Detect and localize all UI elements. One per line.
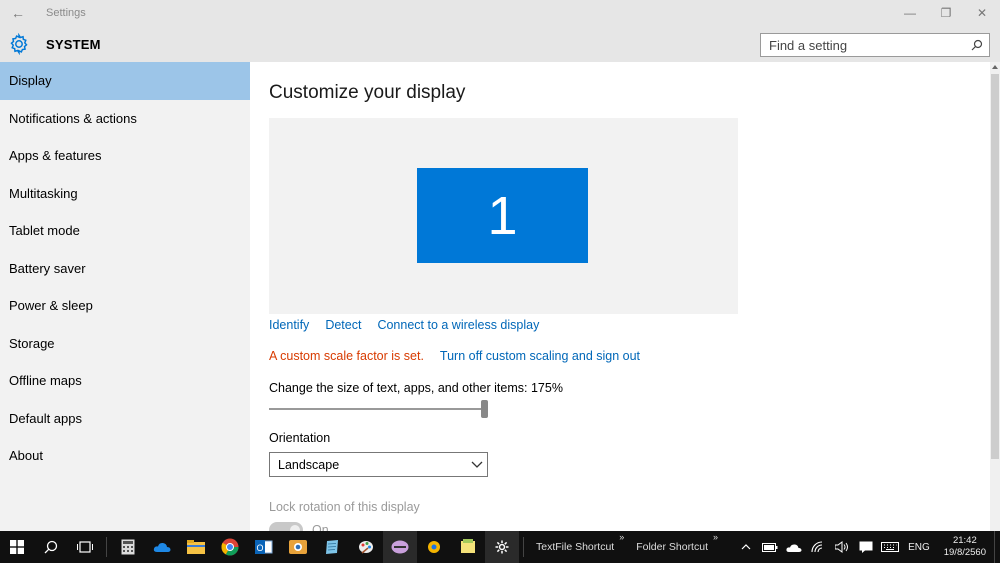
minimize-button[interactable]: — (892, 0, 928, 26)
sidebar-item-offline-maps[interactable]: Offline maps (0, 362, 250, 400)
settings-app-icon[interactable] (417, 531, 451, 563)
textfile-shortcut-label: TextFile Shortcut (536, 541, 615, 553)
turn-off-scaling-link[interactable]: Turn off custom scaling and sign out (440, 349, 640, 363)
sidebar-item-default-apps[interactable]: Default apps (0, 400, 250, 438)
toolbar-chevron-icon[interactable]: » (619, 532, 624, 542)
sidebar-item-power-sleep[interactable]: Power & sleep (0, 287, 250, 325)
system-tray: ENG 21:42 19/8/2560 (734, 531, 1000, 563)
close-button[interactable]: ✕ (964, 0, 1000, 26)
sidebar: Display Notifications & actions Apps & f… (0, 62, 250, 531)
taskbar-separator (523, 537, 524, 557)
taskbar: O TextFile Shortcut » Folder Shortcut » (0, 531, 1000, 563)
taskbar-separator (106, 537, 107, 557)
scale-slider-thumb[interactable] (481, 400, 488, 418)
windows-start-icon[interactable] (0, 531, 34, 563)
clock[interactable]: 21:42 19/8/2560 (936, 535, 994, 559)
detect-link[interactable]: Detect (325, 318, 361, 332)
show-desktop-button[interactable] (994, 531, 1000, 563)
monitor-tile[interactable]: 1 (417, 168, 588, 263)
display-links: Identify Detect Connect to a wireless di… (269, 318, 555, 332)
wireless-display-link[interactable]: Connect to a wireless display (377, 318, 539, 332)
search-icon[interactable] (34, 531, 68, 563)
paint-icon[interactable] (349, 531, 383, 563)
volume-icon[interactable] (830, 531, 854, 563)
warning-text: A custom scale factor is set. (269, 349, 424, 363)
search-input[interactable]: Find a setting (761, 38, 967, 53)
photos-app-icon[interactable] (281, 531, 315, 563)
outlook-icon[interactable]: O (247, 531, 281, 563)
search-box[interactable]: Find a setting (760, 33, 990, 57)
display-arrangement-area: 1 (269, 118, 738, 314)
orientation-dropdown[interactable]: Landscape (269, 452, 488, 477)
textfile-shortcut-toolbar[interactable]: TextFile Shortcut » (528, 531, 628, 563)
sidebar-item-tablet-mode[interactable]: Tablet mode (0, 212, 250, 250)
gear-icon (10, 33, 28, 55)
notepad-icon[interactable] (315, 531, 349, 563)
orientation-value: Landscape (278, 457, 340, 472)
sidebar-item-storage[interactable]: Storage (0, 325, 250, 363)
scrollbar[interactable] (990, 62, 1000, 531)
identify-link[interactable]: Identify (269, 318, 309, 332)
media-app-icon[interactable] (383, 531, 417, 563)
folder-shortcut-label: Folder Shortcut (636, 541, 708, 553)
folder-shortcut-toolbar[interactable]: Folder Shortcut » (628, 531, 722, 563)
battery-icon[interactable] (758, 531, 782, 563)
orientation-label: Orientation (269, 431, 331, 445)
sticky-notes-icon[interactable] (451, 531, 485, 563)
sidebar-item-notifications[interactable]: Notifications & actions (0, 100, 250, 138)
calculator-icon[interactable] (111, 531, 145, 563)
toolbar-chevron-icon[interactable]: » (713, 532, 718, 542)
title-bar: ← Settings — ❐ ✕ (0, 0, 1000, 26)
window-controls: — ❐ ✕ (892, 0, 1000, 26)
clock-date: 19/8/2560 (943, 547, 986, 558)
sidebar-item-battery-saver[interactable]: Battery saver (0, 250, 250, 288)
section-title: SYSTEM (46, 37, 101, 52)
keyboard-icon[interactable] (878, 531, 902, 563)
wifi-icon[interactable] (806, 531, 830, 563)
scale-slider-track[interactable] (269, 408, 485, 410)
page-title: Customize your display (269, 82, 466, 103)
sidebar-item-display[interactable]: Display (0, 62, 250, 100)
weather-icon[interactable] (782, 531, 806, 563)
app-title: Settings (46, 7, 86, 19)
sidebar-item-about[interactable]: About (0, 437, 250, 475)
scale-warning: A custom scale factor is set. Turn off c… (269, 349, 656, 363)
file-explorer-icon[interactable] (179, 531, 213, 563)
task-view-icon[interactable] (68, 531, 102, 563)
action-center-icon[interactable] (854, 531, 878, 563)
scroll-thumb[interactable] (991, 74, 999, 459)
show-hidden-icons-icon[interactable] (734, 531, 758, 563)
chevron-down-icon (467, 461, 487, 469)
sidebar-item-multitasking[interactable]: Multitasking (0, 175, 250, 213)
svg-text:O: O (256, 543, 263, 553)
back-arrow-icon[interactable]: ← (0, 0, 36, 26)
settings-header: SYSTEM Find a setting (0, 26, 1000, 62)
scroll-up-icon[interactable] (990, 62, 1000, 72)
lock-rotation-label: Lock rotation of this display (269, 500, 420, 514)
chrome-icon[interactable] (213, 531, 247, 563)
settings-gear-icon[interactable] (485, 531, 519, 563)
sidebar-item-apps[interactable]: Apps & features (0, 137, 250, 175)
clock-time: 21:42 (952, 535, 977, 546)
language-indicator[interactable]: ENG (902, 542, 936, 553)
restore-button[interactable]: ❐ (928, 0, 964, 26)
onedrive-icon[interactable] (145, 531, 179, 563)
scale-label: Change the size of text, apps, and other… (269, 381, 563, 395)
lock-rotation-state: On (312, 523, 329, 531)
main-content: Customize your display 1 Identify Detect… (250, 62, 990, 531)
search-icon[interactable] (967, 35, 987, 55)
lock-rotation-toggle[interactable] (269, 522, 303, 531)
